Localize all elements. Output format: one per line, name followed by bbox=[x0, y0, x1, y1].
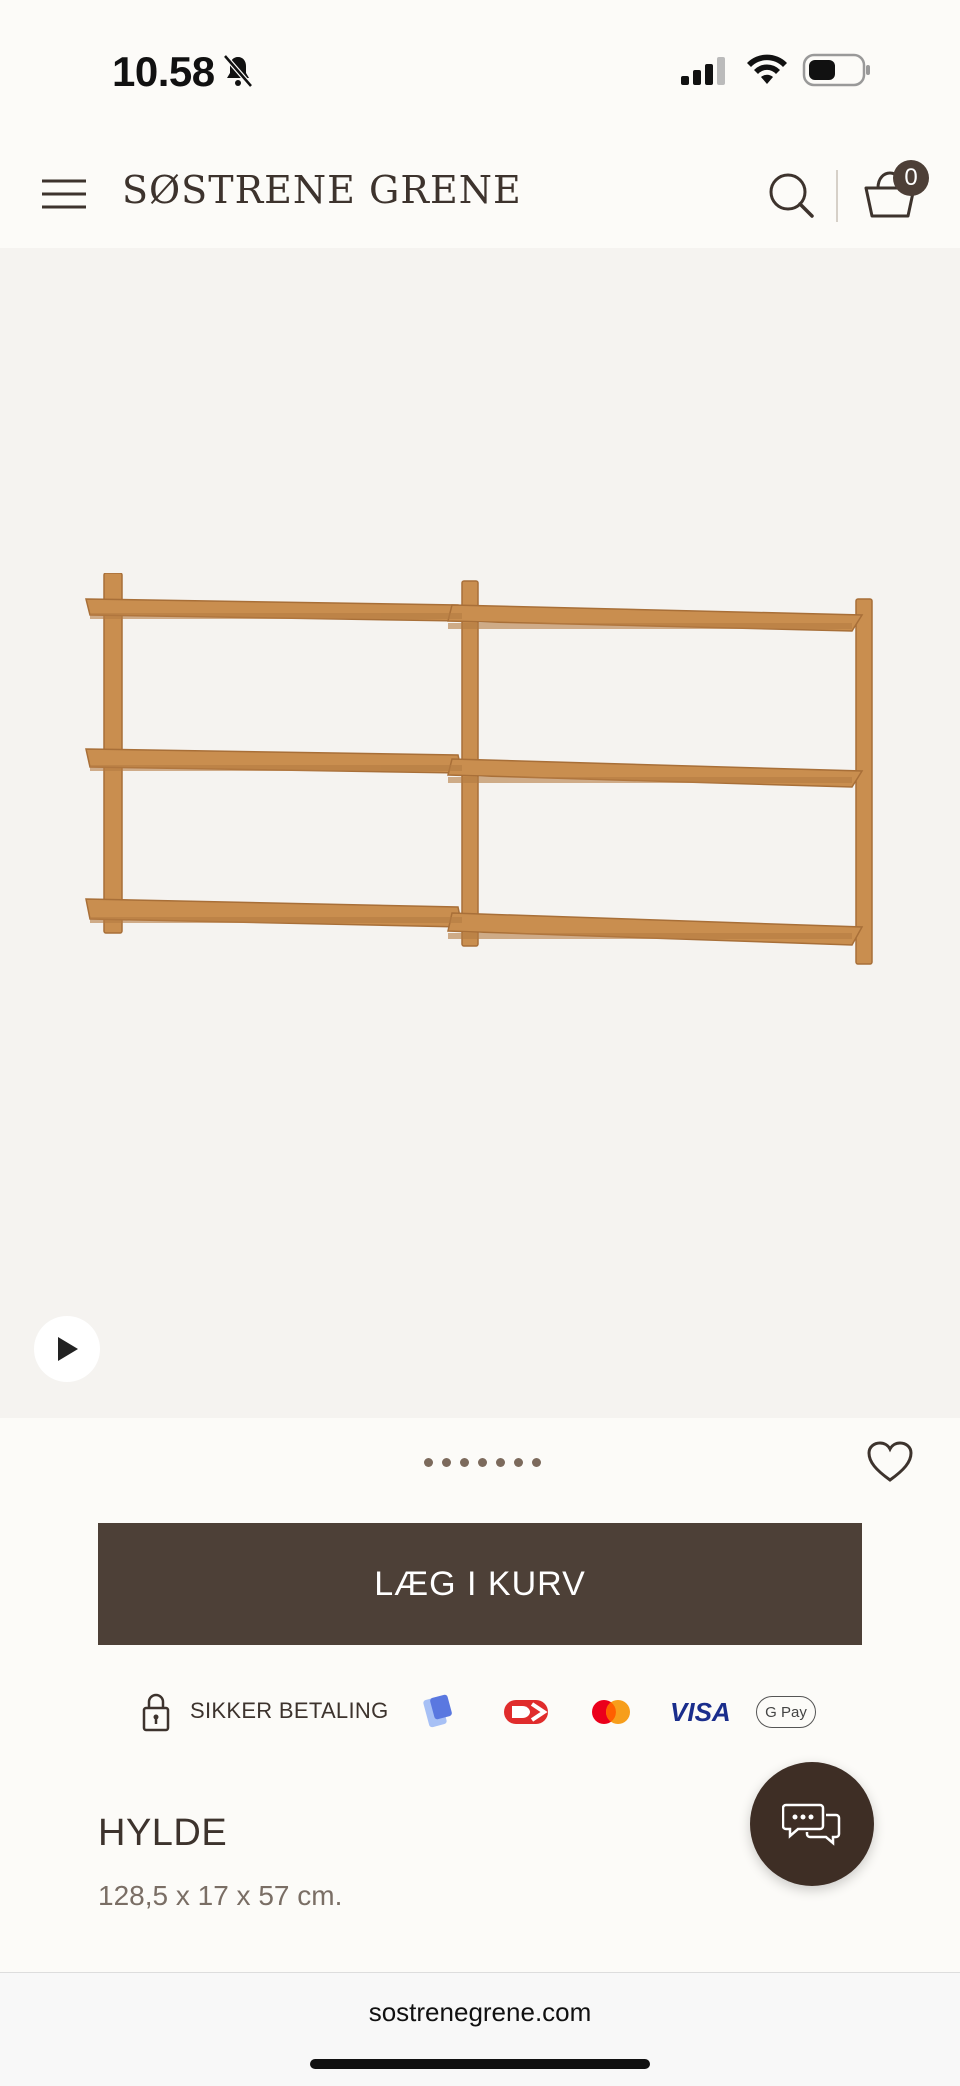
url-text[interactable]: sostrenegrene.com bbox=[0, 1997, 960, 2028]
secure-payment-row: SIKKER BETALING VISA G Pay bbox=[140, 1688, 840, 1736]
basket-count-badge: 0 bbox=[893, 160, 929, 196]
favorite-heart-icon[interactable] bbox=[866, 1440, 914, 1484]
product-image[interactable] bbox=[0, 248, 960, 1418]
status-bar: 10.58 bbox=[0, 0, 960, 140]
google-pay-icon: G Pay bbox=[756, 1696, 816, 1728]
play-icon bbox=[58, 1337, 78, 1361]
carousel-dot[interactable] bbox=[424, 1458, 433, 1467]
visa-icon: VISA bbox=[670, 1697, 731, 1727]
carousel-dot[interactable] bbox=[514, 1458, 523, 1467]
cellular-signal-icon bbox=[681, 57, 725, 85]
carousel-dot[interactable] bbox=[478, 1458, 487, 1467]
chat-bubbles-icon bbox=[782, 1803, 841, 1846]
carousel-dot[interactable] bbox=[496, 1458, 505, 1467]
mobilepay-icon bbox=[423, 1694, 452, 1728]
shelf-illustration bbox=[85, 573, 873, 965]
product-title: HYLDE bbox=[98, 1812, 228, 1854]
header-divider bbox=[836, 170, 838, 222]
mastercard-icon bbox=[592, 1700, 630, 1724]
dankort-icon bbox=[504, 1700, 548, 1724]
wifi-icon bbox=[747, 54, 787, 84]
product-dimensions: 128,5 x 17 x 57 cm. bbox=[98, 1880, 343, 1911]
chat-button[interactable] bbox=[750, 1762, 874, 1886]
carousel-dot[interactable] bbox=[442, 1458, 451, 1467]
hamburger-menu-icon[interactable] bbox=[40, 176, 88, 212]
browser-address-bar[interactable]: sostrenegrene.com bbox=[0, 1972, 960, 2086]
add-to-cart-button[interactable]: LÆG I KURV bbox=[98, 1523, 862, 1645]
carousel-dot[interactable] bbox=[532, 1458, 541, 1467]
battery-icon bbox=[802, 53, 870, 87]
image-carousel-dots[interactable] bbox=[424, 1458, 541, 1467]
bell-muted-icon bbox=[223, 54, 253, 88]
carousel-dot[interactable] bbox=[460, 1458, 469, 1467]
home-indicator bbox=[310, 2059, 650, 2069]
site-logo[interactable]: SØSTRENE GRENE bbox=[122, 168, 522, 212]
search-icon[interactable] bbox=[766, 170, 816, 220]
secure-payment-label: SIKKER BETALING bbox=[190, 1698, 389, 1723]
site-header: SØSTRENE GRENE 0 bbox=[0, 140, 960, 248]
play-video-button[interactable] bbox=[34, 1316, 100, 1382]
status-time: 10.58 bbox=[112, 48, 215, 95]
lock-icon bbox=[142, 1693, 170, 1732]
